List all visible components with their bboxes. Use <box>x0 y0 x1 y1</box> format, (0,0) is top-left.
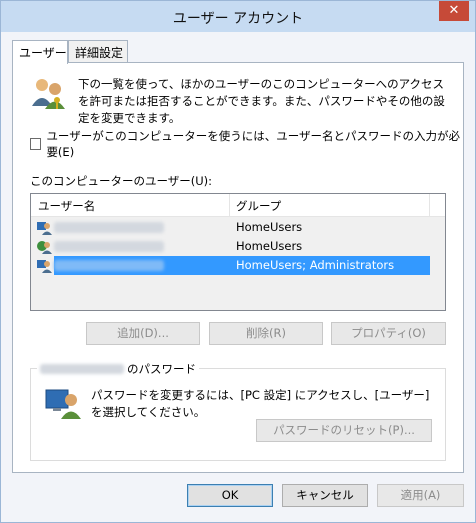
add-user-button[interactable]: 追加(D)... <box>86 322 200 345</box>
users-listview[interactable]: ユーザー名 グループ HomeUsers HomeUsers HomeUsers… <box>30 193 446 311</box>
ok-button[interactable]: OK <box>187 484 273 507</box>
title-bar: ユーザー アカウント ✕ <box>1 1 475 32</box>
apply-button[interactable]: 適用(A) <box>377 484 464 507</box>
user-icon <box>37 241 52 254</box>
intro-text: 下の一覧を使って、ほかのユーザーのこのコンピューターへのアクセスを許可または拒否… <box>78 77 445 125</box>
password-instructions: パスワードを変更するには、[PC 設定] にアクセスし、[ユーザー] を選択して… <box>91 388 430 419</box>
table-row-selected[interactable]: HomeUsers; Administrators <box>32 256 430 275</box>
password-legend-text: のパスワード <box>127 362 196 376</box>
users-tab-panel: 下の一覧を使って、ほかのユーザーのこのコンピューターへのアクセスを許可または拒否… <box>12 62 464 473</box>
user-group-cell: HomeUsers; Administrators <box>236 258 395 272</box>
require-login-label[interactable]: ユーザーがこのコンピューターを使うには、ユーザー名とパスワードの入力が必要(E) <box>46 128 463 160</box>
user-group-cell: HomeUsers <box>236 239 303 253</box>
column-header-username[interactable]: ユーザー名 <box>38 198 95 214</box>
password-group-legend: のパスワード <box>37 361 199 377</box>
reset-password-button[interactable]: パスワードのリセット(P)... <box>256 419 432 442</box>
table-row[interactable]: HomeUsers <box>32 218 430 237</box>
tab-users[interactable]: ユーザー <box>12 40 68 64</box>
column-header-group[interactable]: グループ <box>236 198 281 214</box>
password-user-icon <box>45 389 81 419</box>
user-icon <box>37 260 52 273</box>
user-accounts-dialog: ユーザー アカウント ✕ ユーザー 詳細設定 下の一覧を使って、ほかのユーザーの… <box>0 0 476 523</box>
user-group-cell: HomeUsers <box>236 220 303 234</box>
properties-button[interactable]: プロパティ(O) <box>331 322 446 345</box>
remove-user-button[interactable]: 削除(R) <box>209 322 323 345</box>
list-header: ユーザー名 グループ <box>31 194 445 217</box>
blurred-username <box>54 241 164 252</box>
require-login-row: ユーザーがこのコンピューターを使うには、ユーザー名とパスワードの入力が必要(E) <box>30 128 463 160</box>
user-icon <box>37 222 52 235</box>
table-row[interactable]: HomeUsers <box>32 237 430 256</box>
window-title: ユーザー アカウント <box>172 11 304 27</box>
close-button[interactable]: ✕ <box>439 1 469 21</box>
users-list-label: このコンピューターのユーザー(U): <box>30 174 213 188</box>
blurred-username <box>54 222 164 233</box>
blurred-username <box>54 260 164 271</box>
require-login-checkbox[interactable] <box>30 138 42 150</box>
users-icon <box>32 79 65 109</box>
blurred-username <box>40 364 124 374</box>
cancel-button[interactable]: キャンセル <box>282 484 368 507</box>
tab-advanced[interactable]: 詳細設定 <box>68 40 128 62</box>
